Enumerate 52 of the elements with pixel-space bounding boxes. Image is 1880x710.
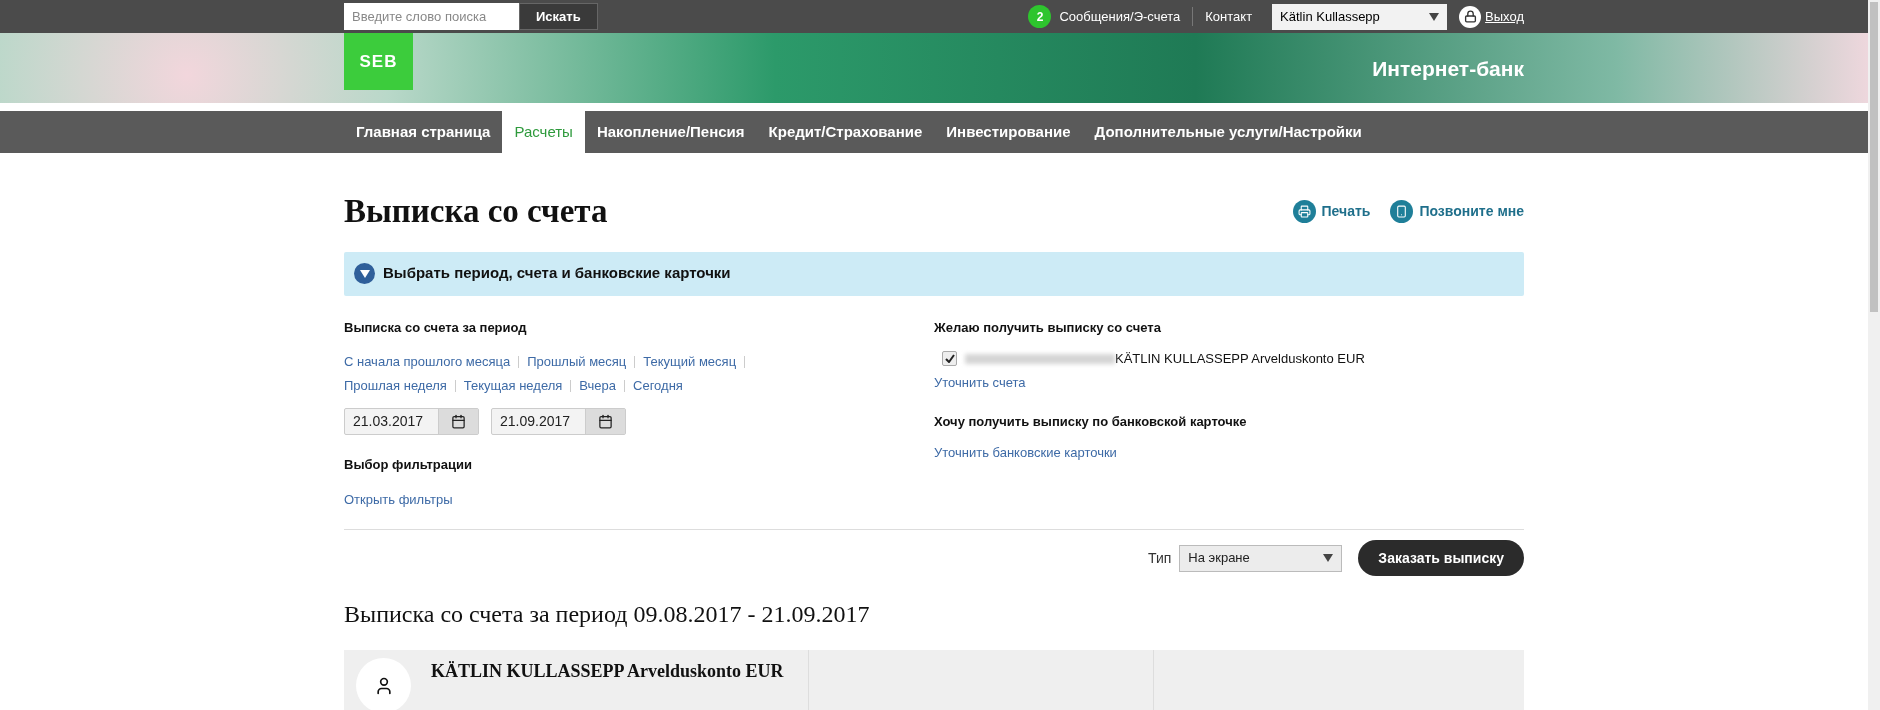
period-link[interactable]: Вчера (579, 374, 617, 398)
search-field[interactable]: Введите слово поиска (344, 3, 519, 31)
triangle-icon (359, 269, 370, 278)
account-name: KÄTLIN KULLASSEPP Arvelduskonto EUR (1115, 350, 1365, 368)
scrollbar[interactable] (1868, 0, 1880, 710)
banner-title: Интернет-банк (1372, 55, 1524, 82)
order-statement-button[interactable]: Заказать выписку (1358, 540, 1524, 576)
search-button[interactable]: Искать (519, 3, 598, 31)
nav-tab[interactable]: Накопление/Пенсия (584, 111, 757, 153)
filter-label: Выбор фильтрации (344, 456, 473, 474)
lock-icon (1459, 5, 1482, 28)
period-panel-header[interactable]: Выбрать период, счета и банковские карточки (344, 251, 1524, 296)
print-link[interactable]: Печать (1292, 200, 1371, 224)
nav-tab[interactable]: Расчеты (502, 111, 585, 153)
type-select[interactable]: На экране (1179, 544, 1343, 572)
printer-icon (1292, 200, 1316, 224)
caret-icon (1323, 554, 1334, 562)
calendar-icon[interactable] (585, 409, 625, 434)
type-label: Тип (1148, 548, 1172, 568)
accounts-label: Желаю получить выписку со счета (934, 318, 1162, 337)
nav-tab[interactable]: Кредит/Страхование (756, 111, 935, 153)
period-link[interactable]: Текущий месяц (643, 350, 737, 374)
refine-accounts-link[interactable]: Уточнить счета (934, 372, 1365, 392)
refine-cards-link[interactable]: Уточнить банковские карточки (934, 442, 1365, 462)
date-field[interactable]: 21.09.2017 (491, 408, 626, 435)
date-field[interactable]: 21.03.2017 (344, 408, 479, 435)
nav-tab[interactable]: Инвестирование (934, 111, 1083, 153)
caret-icon (1429, 12, 1440, 21)
message-count-badge: 2 (1028, 5, 1052, 29)
calendar-icon[interactable] (438, 409, 478, 434)
user-select[interactable]: Kätlin Kullassepp (1272, 3, 1448, 30)
nav-tab[interactable]: Главная страница (344, 111, 503, 153)
period-link[interactable]: Прошлый месяц (527, 350, 627, 374)
period-link[interactable]: С начала прошлого месяца (344, 350, 511, 374)
open-filters-link[interactable]: Открыть фильтры (344, 489, 934, 509)
call-me-link[interactable]: Позвоните мне (1390, 200, 1524, 224)
account-title: KÄTLIN KULLASSEPP Arvelduskonto EUR (431, 660, 784, 683)
period-link[interactable]: Текущая неделя (463, 374, 563, 398)
period-link[interactable]: Прошлая неделя (344, 374, 447, 398)
page-title: Выписка со счета (344, 192, 608, 231)
contact-link[interactable]: Контакт (1193, 6, 1265, 27)
cards-label: Хочу получить выписку по банковской карточке (934, 413, 1248, 431)
period-label: Выписка со счета за период (344, 318, 528, 337)
statement-heading: Выписка со счета за период 09.08.2017 - 21.09.2017 (344, 600, 871, 629)
logout-link[interactable]: Выход (1485, 6, 1524, 27)
period-link[interactable]: Сегодня (633, 374, 683, 398)
phone-icon (1390, 200, 1414, 224)
panel-title: Выбрать период, счета и банковские карточки (383, 263, 731, 284)
account-checkbox[interactable] (942, 351, 957, 367)
checkmark-icon (944, 354, 955, 364)
nav-tab[interactable]: Дополнительные услуги/Настройки (1082, 111, 1374, 153)
messages-link[interactable]: Сообщения/Э-счета (1059, 6, 1194, 27)
